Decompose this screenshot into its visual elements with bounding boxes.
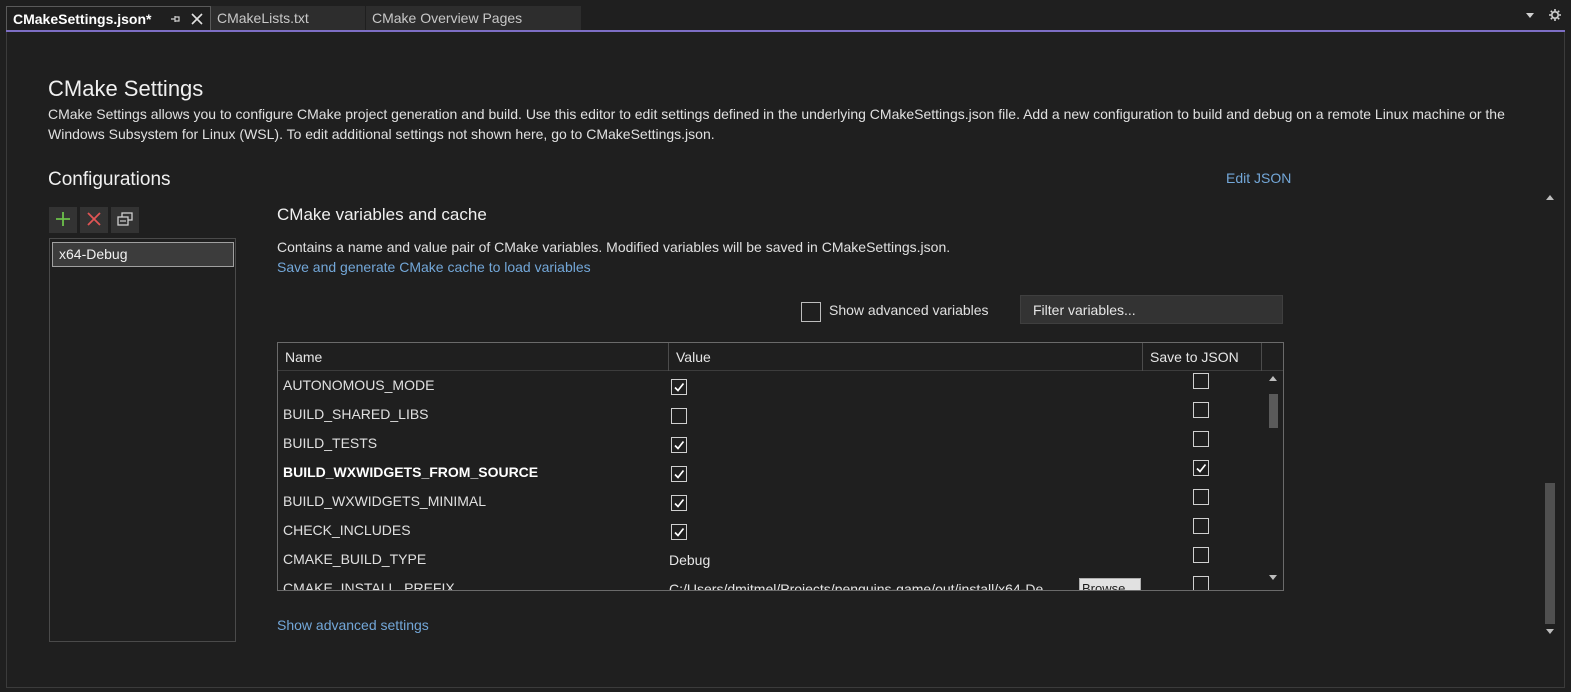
variable-name: BUILD_WXWIDGETS_MINIMAL — [283, 493, 487, 509]
copy-icon — [116, 210, 134, 231]
column-header-name[interactable]: Name — [278, 343, 669, 371]
value-checkbox[interactable] — [671, 524, 687, 540]
variable-name: AUTONOMOUS_MODE — [283, 377, 435, 393]
save-to-json-checkbox[interactable] — [1193, 431, 1209, 447]
table-row[interactable]: BUILD_TESTS — [278, 430, 1263, 459]
save-to-json-checkbox[interactable] — [1193, 373, 1209, 389]
tab-cmakesettings-json[interactable]: CMakeSettings.json* — [6, 6, 211, 30]
page-scrollbar-thumb[interactable] — [1545, 483, 1555, 624]
dropdown-icon[interactable] — [1524, 8, 1536, 25]
page-scroll-down-icon[interactable] — [1545, 628, 1555, 638]
value-checkbox[interactable] — [671, 437, 687, 453]
browse-button[interactable]: Browse... — [1079, 578, 1141, 590]
table-row[interactable]: CMAKE_INSTALL_PREFIX C:/Users/dmitmel/Pro… — [278, 575, 1263, 591]
delete-icon — [85, 210, 103, 231]
value-checkbox[interactable] — [671, 466, 687, 482]
tab-label: CMakeLists.txt — [217, 10, 309, 26]
document-tab-strip: CMakeSettings.json* CMakeLists.txt CMake… — [0, 0, 1571, 32]
filter-variables-input[interactable] — [1020, 295, 1283, 324]
save-to-json-checkbox[interactable] — [1193, 547, 1209, 563]
delete-configuration-button[interactable] — [80, 207, 108, 233]
configuration-item-x64-debug[interactable]: x64-Debug — [52, 242, 234, 267]
value-checkbox[interactable] — [671, 408, 687, 424]
edit-json-link[interactable]: Edit JSON — [1226, 170, 1291, 186]
save-to-json-checkbox[interactable] — [1193, 489, 1209, 505]
grid-header: Name Value Save to JSON — [278, 343, 1283, 371]
tab-cmakelists-txt[interactable]: CMakeLists.txt — [211, 6, 365, 30]
column-header-save-to-json[interactable]: Save to JSON — [1143, 343, 1262, 371]
add-configuration-button[interactable] — [49, 207, 77, 233]
column-header-value[interactable]: Value — [669, 343, 1143, 371]
save-to-json-checkbox[interactable] — [1193, 402, 1209, 418]
tab-cmake-overview-pages[interactable]: CMake Overview Pages — [366, 6, 581, 30]
variable-name: CMAKE_BUILD_TYPE — [283, 551, 427, 567]
scrollbar-thumb[interactable] — [1269, 394, 1278, 428]
grid-scrollbar[interactable] — [1263, 372, 1283, 590]
configurations-heading: Configurations — [48, 169, 171, 190]
save-to-json-checkbox[interactable] — [1193, 576, 1209, 590]
page-title: CMake Settings — [48, 76, 204, 101]
scroll-up-icon[interactable] — [1268, 374, 1278, 384]
table-row[interactable]: CHECK_INCLUDES — [278, 517, 1263, 546]
save-to-json-checkbox[interactable] — [1193, 518, 1209, 534]
variable-name: CHECK_INCLUDES — [283, 522, 411, 538]
save-generate-cache-link[interactable]: Save and generate CMake cache to load va… — [277, 259, 591, 275]
table-row[interactable]: BUILD_WXWIDGETS_FROM_SOURCE — [278, 459, 1263, 488]
value-field[interactable]: C:/Users/dmitmel/Projects/penguins-game/… — [669, 575, 1043, 590]
cmake-variables-heading: CMake variables and cache — [277, 205, 487, 224]
page-scroll-up-icon[interactable] — [1545, 193, 1555, 203]
save-to-json-checkbox[interactable] — [1193, 460, 1209, 476]
variable-name: BUILD_TESTS — [283, 435, 378, 451]
add-icon — [54, 210, 72, 231]
value-checkbox[interactable] — [671, 379, 687, 395]
table-row[interactable]: CMAKE_BUILD_TYPE Debug — [278, 546, 1263, 575]
variable-name: BUILD_SHARED_LIBS — [283, 406, 429, 422]
variable-name: CMAKE_INSTALL_PREFIX — [283, 580, 455, 591]
tab-label: CMakeSettings.json* — [13, 11, 152, 27]
gear-icon[interactable] — [1548, 8, 1562, 25]
copy-configuration-button[interactable] — [111, 207, 139, 233]
show-advanced-settings-link[interactable]: Show advanced settings — [277, 617, 429, 633]
value-checkbox[interactable] — [671, 495, 687, 511]
cmake-variables-description: Contains a name and value pair of CMake … — [277, 239, 951, 255]
value-field[interactable]: Debug — [669, 546, 710, 575]
tab-label: CMake Overview Pages — [372, 10, 523, 26]
table-row[interactable]: BUILD_WXWIDGETS_MINIMAL — [278, 488, 1263, 517]
scroll-down-icon[interactable] — [1268, 574, 1278, 584]
configurations-list: x64-Debug — [49, 238, 236, 642]
page-description: CMake Settings allows you to configure C… — [48, 106, 1505, 142]
cmake-variables-grid: Name Value Save to JSON AUTONOMOUS_MODE B… — [277, 342, 1284, 591]
table-row[interactable]: BUILD_SHARED_LIBS — [278, 401, 1263, 430]
variable-name: BUILD_WXWIDGETS_FROM_SOURCE — [283, 464, 539, 480]
show-advanced-variables-label: Show advanced variables — [829, 302, 989, 318]
show-advanced-variables-checkbox[interactable] — [801, 302, 821, 322]
table-row[interactable]: AUTONOMOUS_MODE — [278, 372, 1263, 401]
page-scrollbar[interactable] — [1541, 187, 1559, 642]
